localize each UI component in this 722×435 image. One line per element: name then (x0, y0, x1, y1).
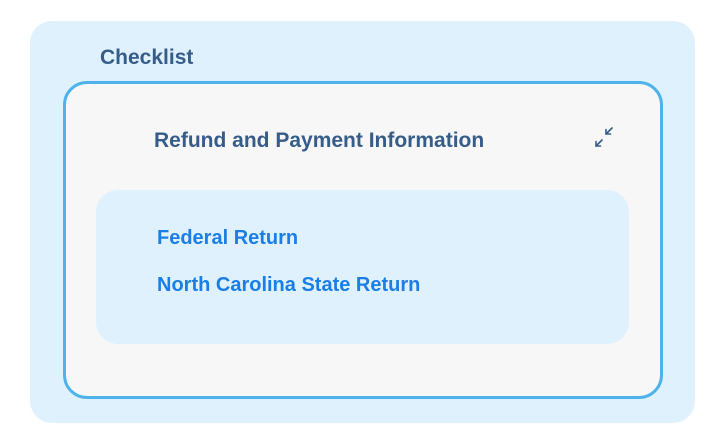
checklist-title: Checklist (100, 46, 194, 69)
collapse-button[interactable] (590, 124, 618, 152)
federal-return-link[interactable]: Federal Return (157, 228, 298, 248)
returns-list: Federal Return North Carolina State Retu… (96, 190, 629, 344)
checklist-panel: Checklist Refund and Payment Information… (30, 21, 695, 423)
refund-payment-section: Refund and Payment Information Federal R… (63, 81, 663, 399)
collapse-arrows-icon (595, 127, 613, 147)
north-carolina-state-return-link[interactable]: North Carolina State Return (157, 275, 420, 295)
section-title: Refund and Payment Information (154, 129, 485, 152)
